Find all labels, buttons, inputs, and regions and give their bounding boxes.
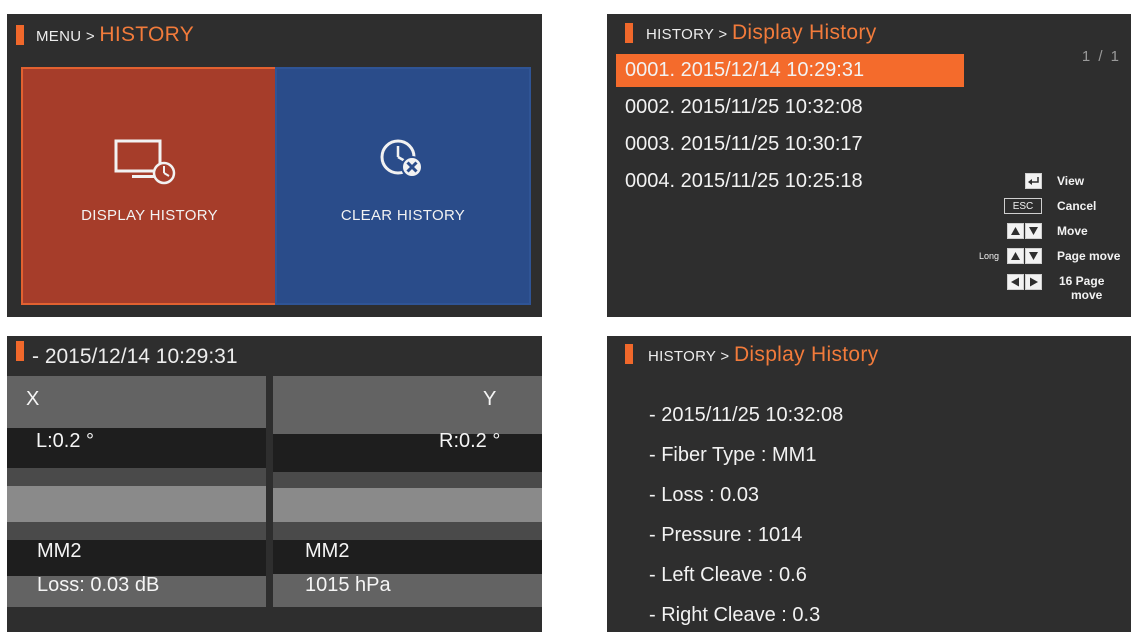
history-row[interactable]: 0004. 2015/11/25 10:25:18 — [616, 165, 964, 198]
breadcrumb: MENU > HISTORY — [36, 23, 194, 47]
history-detail-panel: HISTORY > Display History - 2015/11/25 1… — [607, 336, 1131, 632]
left-angle: L:0.2 ° — [36, 430, 95, 452]
pressure-line: - Pressure : 1014 — [649, 524, 803, 546]
down-key-icon — [1025, 223, 1042, 239]
splice-image-panel: - 2015/12/14 10:29:31 X Y L:0.2 ° R:0.2 … — [7, 336, 542, 632]
fiber-type-line: - Fiber Type : MM1 — [649, 444, 817, 466]
monitor-clock-icon — [110, 139, 190, 190]
up-key-icon — [1007, 248, 1024, 264]
loss-line: - Loss : 0.03 — [649, 484, 760, 506]
display-history-label: DISPLAY HISTORY — [81, 207, 218, 224]
right-angle: R:0.2 ° — [439, 430, 501, 452]
right-key-icon — [1025, 274, 1042, 290]
breadcrumb-current: Display History — [731, 21, 877, 44]
history-row[interactable]: 0003. 2015/11/25 10:30:17 — [616, 128, 964, 161]
breadcrumb-parent: HISTORY > — [646, 26, 728, 43]
history-menu-panel: MENU > HISTORY DISPLAY HISTORY CLEAR HIS… — [7, 14, 542, 317]
left-fiber-type: MM2 — [37, 540, 82, 562]
left-cleave-line: - Left Cleave : 0.6 — [649, 564, 807, 586]
down-key-icon — [1025, 248, 1042, 264]
up-key-icon — [1007, 223, 1024, 239]
header-accent-bar — [625, 344, 633, 364]
record-timestamp: - 2015/11/25 10:32:08 — [649, 404, 844, 426]
breadcrumb: HISTORY > Display History — [646, 21, 877, 45]
view-hint: View — [1057, 174, 1085, 188]
breadcrumb: HISTORY > Display History — [648, 343, 879, 367]
clear-history-label: CLEAR HISTORY — [340, 207, 466, 224]
long-press-label: Long — [979, 251, 1000, 261]
x-fiber-image — [7, 376, 266, 607]
left-key-icon — [1007, 274, 1024, 290]
history-list-panel: HISTORY > Display History 1 / 1 0001. 20… — [607, 14, 1131, 317]
sixteen-page-hint-line2: move — [1071, 288, 1103, 302]
history-row[interactable]: 0001. 2015/12/14 10:29:31 — [616, 54, 964, 87]
x-axis-label: X — [26, 388, 40, 410]
breadcrumb-current: Display History — [733, 343, 879, 366]
history-row[interactable]: 0002. 2015/11/25 10:32:08 — [616, 91, 964, 124]
y-axis-label: Y — [483, 388, 497, 410]
breadcrumb-current: HISTORY — [99, 23, 195, 46]
page-indicator: 1 / 1 — [1081, 48, 1121, 65]
sixteen-page-hint-line1: 16 Page — [1059, 274, 1105, 288]
right-cleave-line: - Right Cleave : 0.3 — [649, 604, 821, 626]
cancel-hint: Cancel — [1057, 199, 1097, 213]
breadcrumb-parent: HISTORY > — [648, 348, 730, 365]
move-hint: Move — [1057, 224, 1088, 238]
esc-key: ESC — [1004, 198, 1042, 214]
header-accent-bar — [625, 23, 633, 43]
page-move-hint: Page move — [1057, 249, 1121, 263]
y-fiber-image — [273, 376, 542, 607]
splice-loss: Loss: 0.03 dB — [37, 574, 160, 596]
enter-key-icon — [1025, 173, 1042, 189]
breadcrumb-parent: MENU > — [36, 28, 95, 45]
record-title: - 2015/12/14 10:29:31 — [32, 345, 238, 368]
clock-clear-icon — [378, 137, 428, 186]
header-accent-bar — [16, 341, 24, 361]
header-accent-bar — [16, 25, 24, 45]
right-fiber-type: MM2 — [305, 540, 350, 562]
display-history-button[interactable]: DISPLAY HISTORY — [21, 67, 278, 305]
clear-history-button[interactable]: CLEAR HISTORY — [275, 67, 531, 305]
pressure-reading: 1015 hPa — [305, 574, 391, 596]
